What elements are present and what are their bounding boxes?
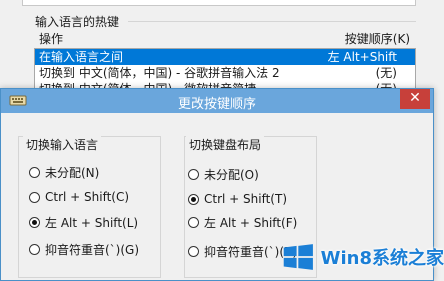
radio-label: 抑音符重音(`)(G) <box>45 242 140 257</box>
list-item-key: (无) <box>375 66 397 80</box>
title-bar[interactable]: 更改按键顺序 ✕ <box>1 89 433 113</box>
radio-button[interactable] <box>29 191 40 203</box>
hotkeys-list-header: 操作 按键顺序(K) <box>34 27 416 48</box>
column-header-operation[interactable]: 操作 <box>39 30 63 47</box>
radio-option-right-ctrl-shift[interactable]: Ctrl + Shift(T) <box>188 190 287 208</box>
radio-option-right-grave-accent[interactable]: 抑音符重音(`)(R) <box>188 242 297 260</box>
radio-button[interactable] <box>188 245 199 257</box>
radio-button-checked[interactable] <box>188 193 199 205</box>
watermark-text: Win8系统之家 <box>320 248 444 269</box>
radio-label: 未分配(N) <box>45 165 100 180</box>
radio-button[interactable] <box>188 216 199 228</box>
switch-keyboard-layout-legend: 切换键盘布局 <box>186 136 265 153</box>
radio-option-left-ctrl-shift[interactable]: Ctrl + Shift(C) <box>29 188 129 206</box>
radio-button[interactable] <box>188 168 199 180</box>
radio-label: 左 Alt + Shift(L) <box>45 215 139 230</box>
radio-option-left-alt-shift[interactable]: 左 Alt + Shift(L) <box>29 213 138 231</box>
column-header-key-order[interactable]: 按键顺序(K) <box>345 30 410 47</box>
group-divider <box>128 21 416 22</box>
radio-button[interactable] <box>29 166 40 178</box>
radio-option-right-unassigned[interactable]: 未分配(O) <box>188 165 259 183</box>
list-item-operation: 切换到 中文(简体，中国) - 谷歌拼音输入法 2 <box>39 66 280 80</box>
radio-label: 左 Alt + Shift(F) <box>204 215 298 230</box>
radio-label: Ctrl + Shift(T) <box>204 192 288 206</box>
switch-input-language-legend: 切换输入语言 <box>23 136 102 153</box>
radio-label: Ctrl + Shift(C) <box>45 190 130 204</box>
radio-option-left-unassigned[interactable]: 未分配(N) <box>29 163 99 181</box>
radio-label: 未分配(O) <box>204 167 259 182</box>
windows-logo-icon <box>283 244 313 270</box>
radio-button-checked[interactable] <box>29 216 40 228</box>
radio-button[interactable] <box>29 243 40 255</box>
hotkeys-list[interactable]: 在输入语言之间 左 Alt+Shift 切换到 中文(简体，中国) - 谷歌拼音… <box>34 48 416 90</box>
background-frame <box>22 0 416 6</box>
list-item[interactable]: 切换到 中文(简体，中国) - 谷歌拼音输入法 2 (无) <box>35 65 415 81</box>
dialog-title: 更改按键顺序 <box>177 97 256 112</box>
list-item-operation: 在输入语言之间 <box>39 50 124 64</box>
radio-option-left-grave-accent[interactable]: 抑音符重音(`)(G) <box>29 240 139 258</box>
list-item[interactable]: 在输入语言之间 左 Alt+Shift <box>35 49 415 65</box>
radio-option-right-alt-shift[interactable]: 左 Alt + Shift(F) <box>188 213 297 231</box>
watermark: Win8系统之家 <box>282 238 444 276</box>
close-button[interactable]: ✕ <box>400 89 430 109</box>
list-item-key: 左 Alt+Shift <box>327 50 397 64</box>
